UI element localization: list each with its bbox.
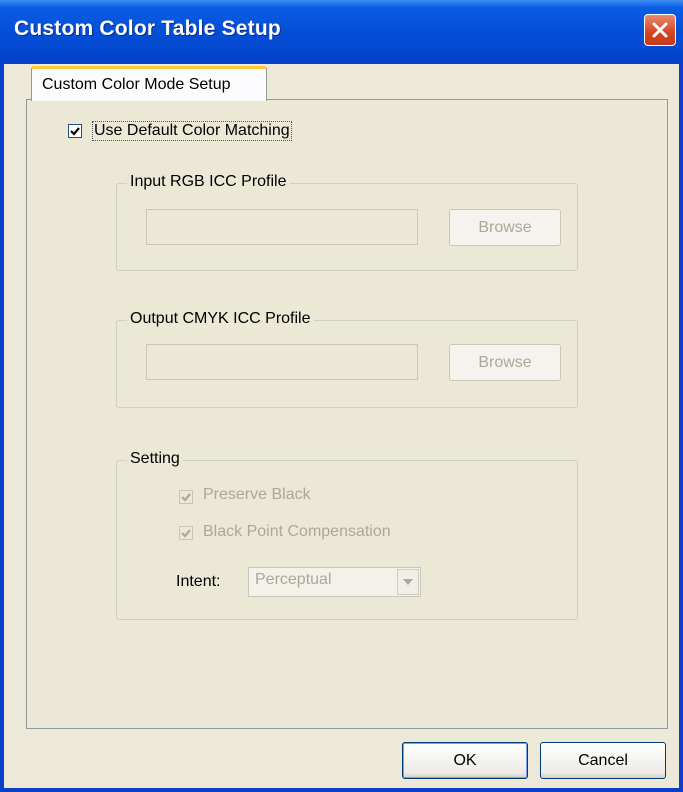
dialog-window: Custom Color Table Setup Custom Color Mo… (0, 0, 683, 792)
ok-button[interactable]: OK (402, 742, 528, 779)
black-point-compensation-checkbox[interactable] (179, 526, 193, 540)
tab-custom-color-mode-setup[interactable]: Custom Color Mode Setup (31, 66, 267, 101)
input-browse-button[interactable]: Browse (449, 209, 561, 246)
tab-label: Custom Color Mode Setup (42, 76, 231, 93)
dropdown-arrow-button[interactable] (397, 569, 419, 595)
close-button[interactable] (644, 14, 676, 46)
input-browse-label: Browse (478, 218, 532, 236)
preserve-black-label[interactable]: Preserve Black (203, 486, 311, 504)
black-point-compensation-label[interactable]: Black Point Compensation (203, 523, 391, 541)
close-icon (652, 22, 668, 38)
input-rgb-profile-title: Input RGB ICC Profile (127, 173, 290, 191)
output-browse-button[interactable]: Browse (449, 344, 561, 381)
chevron-down-icon (403, 579, 413, 585)
ok-label: OK (453, 751, 477, 769)
output-browse-label: Browse (478, 353, 532, 371)
setting-title: Setting (127, 450, 183, 468)
window-title: Custom Color Table Setup (14, 17, 281, 40)
checkmark-icon (181, 529, 191, 538)
intent-dropdown[interactable]: Perceptual (248, 567, 421, 597)
checkmark-icon (181, 493, 191, 502)
output-cmyk-profile-title: Output CMYK ICC Profile (127, 310, 314, 328)
use-default-checkbox[interactable] (68, 124, 82, 138)
intent-value: Perceptual (255, 571, 332, 588)
preserve-black-checkbox[interactable] (179, 490, 193, 504)
use-default-label[interactable]: Use Default Color Matching (92, 121, 292, 141)
input-rgb-profile-field[interactable] (146, 209, 418, 245)
intent-label: Intent: (176, 573, 221, 590)
cancel-button[interactable]: Cancel (540, 742, 666, 779)
checkmark-icon (70, 127, 80, 136)
cancel-label: Cancel (578, 751, 628, 769)
output-cmyk-profile-field[interactable] (146, 344, 418, 380)
title-bar[interactable]: Custom Color Table Setup (0, 0, 683, 64)
